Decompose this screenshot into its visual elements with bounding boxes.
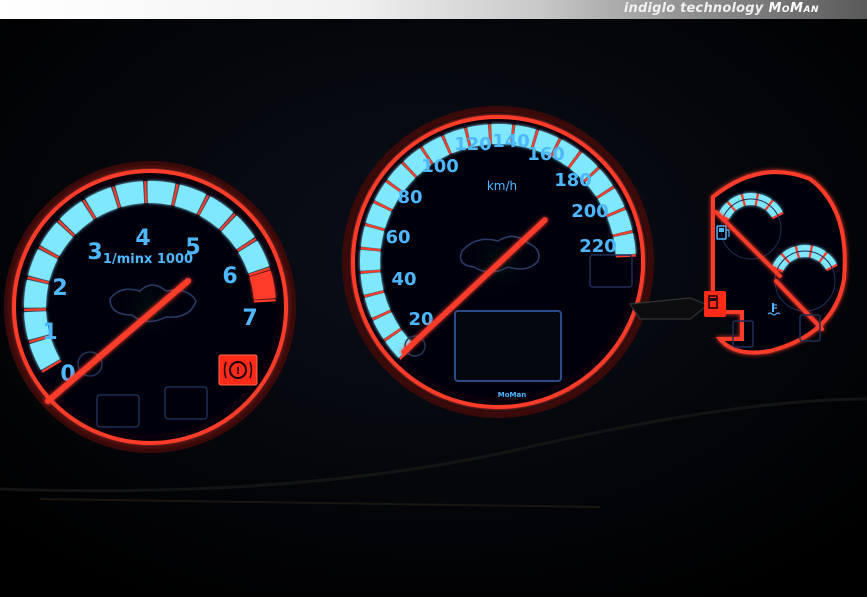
tacho-band-tick <box>24 308 47 312</box>
speedo-label-40: 40 <box>391 269 416 290</box>
tacho-band-segment <box>24 279 49 308</box>
dashboard-photo: 0 1 2 3 4 5 6 7 1/minx 1000 ! 20 40 60 8… <box>0 19 867 593</box>
svg-text:!: ! <box>236 366 241 377</box>
brand-name: MoMan <box>768 1 819 16</box>
tacho-label-7: 7 <box>242 306 257 331</box>
tacho-label-4: 4 <box>135 226 150 251</box>
tacho-band-tick <box>253 299 276 303</box>
speedo-maker-label: MoMan <box>498 391 526 399</box>
speedo-label-160: 160 <box>527 144 565 165</box>
tacho-label-3: 3 <box>87 240 102 265</box>
tacho-unit-label: 1/minx 1000 <box>103 252 193 267</box>
tachometer: 0 1 2 3 4 5 6 7 1/minx 1000 ! <box>4 161 296 453</box>
speedo-label-220: 220 <box>579 236 617 257</box>
speedo-label-80: 80 <box>397 187 422 208</box>
speedo-label-140: 140 <box>492 131 530 152</box>
speedo-label-200: 200 <box>571 201 609 222</box>
tacho-band-segment <box>147 181 176 206</box>
speedo-label-100: 100 <box>421 156 459 177</box>
odometer-window <box>454 310 562 382</box>
speedo-unit-label: km/h <box>487 179 517 193</box>
brake-warning-icon: ! <box>218 354 258 386</box>
brand-tagline: indiglo technology <box>623 1 764 16</box>
speedo-band-tick <box>360 269 381 274</box>
fuel-warning-icon <box>704 291 726 317</box>
tacho-label-1: 1 <box>42 320 57 345</box>
speedo-band-segment <box>359 249 381 271</box>
tacho-label-6: 6 <box>222 264 237 289</box>
tacho-band-tick <box>144 181 148 204</box>
speedo-label-60: 60 <box>385 227 410 248</box>
speedo-label-120: 120 <box>454 134 492 155</box>
brand-caption: indiglo technology MoMan <box>624 1 819 16</box>
top-banner: indiglo technology MoMan <box>0 0 867 19</box>
speedo-label-180: 180 <box>554 170 592 191</box>
instrument-cluster: 0 1 2 3 4 5 6 7 1/minx 1000 ! 20 40 60 8… <box>0 19 867 593</box>
tacho-label-2: 2 <box>52 276 67 301</box>
